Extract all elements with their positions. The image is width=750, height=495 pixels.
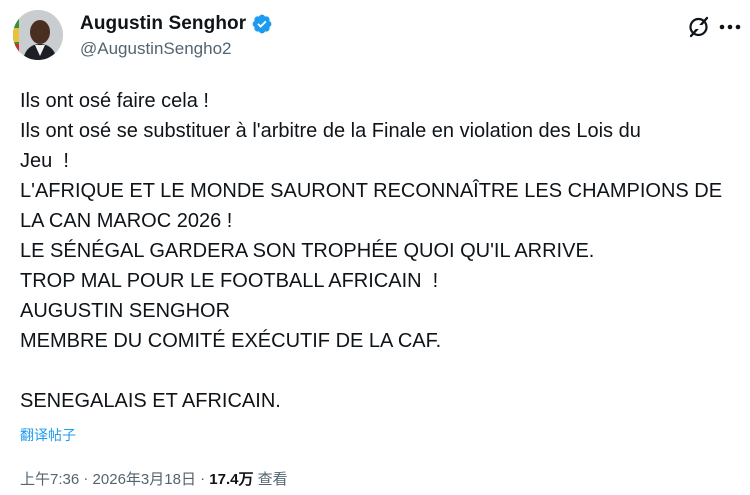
avatar-image: [13, 10, 63, 60]
views-count: 17.4万: [209, 471, 254, 488]
verified-badge-icon: [251, 13, 273, 35]
author-avatar[interactable]: [13, 10, 63, 60]
tweet-text: Ils ont osé faire cela ! Ils ont osé se …: [20, 86, 746, 416]
meta-separator: ·: [195, 470, 210, 487]
tweet-line: TROP MAL POUR LE FOOTBALL AFRICAIN !: [20, 270, 439, 292]
tweet-line: Ils ont osé faire cela !: [20, 90, 209, 112]
tweet-line: AUGUSTIN SENGHOR: [20, 300, 231, 322]
author-name-row: Augustin Senghor: [80, 11, 273, 37]
grok-icon[interactable]: [686, 14, 712, 40]
tweet-line: SENEGALAIS ET AFRICAIN.: [20, 390, 281, 412]
tweet-meta: 上午7:36 · 2026年3月18日 · 17.4万 查看: [20, 468, 288, 489]
tweet-line: Jeu !: [20, 150, 69, 172]
author-handle[interactable]: @AugustinSengho2: [80, 39, 231, 59]
tweet-line: L'AFRIQUE ET LE MONDE SAURONT RECONNAÎTR…: [20, 180, 723, 202]
tweet-line: LE SÉNÉGAL GARDERA SON TROPHÉE QUOI QU'I…: [20, 240, 595, 262]
tweet-line: Ils ont osé se substituer à l'arbitre de…: [20, 120, 641, 142]
tweet-line: MEMBRE DU COMITÉ EXÉCUTIF DE LA CAF.: [20, 330, 442, 352]
views-label: 查看: [253, 471, 288, 488]
tweet-line: LA CAN MAROC 2026 !: [20, 210, 233, 232]
author-display-name[interactable]: Augustin Senghor: [80, 13, 246, 35]
meta-separator: ·: [79, 470, 93, 487]
tweet-date[interactable]: 2026年3月18日: [93, 468, 196, 489]
tweet-time[interactable]: 上午7:36: [20, 468, 79, 489]
more-options-icon[interactable]: [716, 14, 744, 40]
tweet-card: Augustin Senghor @AugustinSengho2 Ils on…: [0, 0, 750, 495]
translate-post-link[interactable]: 翻译帖子: [20, 425, 76, 445]
